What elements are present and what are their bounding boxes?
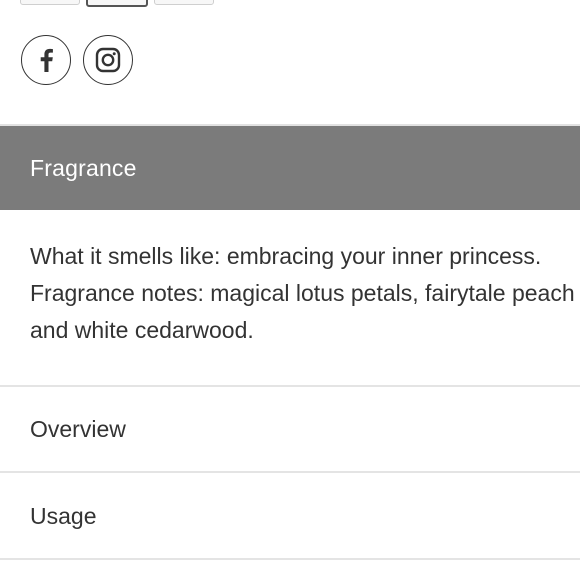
variant-swatch[interactable] [20, 0, 80, 5]
usage-section-header[interactable]: Usage [0, 474, 580, 558]
variant-swatch-selected[interactable] [86, 0, 148, 7]
fragrance-description: What it smells like: embracing your inne… [30, 238, 580, 349]
fragrance-description-line: What it smells like: embracing your inne… [30, 243, 542, 269]
instagram-button[interactable] [83, 35, 133, 85]
facebook-icon [40, 48, 53, 72]
accordion-divider [0, 558, 580, 560]
fragrance-section-title: Fragrance [30, 154, 137, 181]
variant-swatch[interactable] [154, 0, 214, 5]
overview-section-header[interactable]: Overview [0, 387, 580, 471]
social-share [21, 35, 133, 85]
fragrance-description-line: and white cedarwood. [30, 317, 254, 343]
facebook-button[interactable] [21, 35, 71, 85]
instagram-icon [95, 47, 121, 73]
variant-swatch-row [20, 0, 214, 7]
overview-section-title: Overview [30, 415, 126, 442]
accordion-divider [0, 471, 580, 473]
product-details-page: Fragrance What it smells like: embracing… [0, 0, 580, 580]
fragrance-description-line: Fragrance notes: magical lotus petals, f… [30, 280, 575, 306]
fragrance-section-header[interactable]: Fragrance [0, 126, 580, 210]
usage-section-title: Usage [30, 502, 97, 529]
